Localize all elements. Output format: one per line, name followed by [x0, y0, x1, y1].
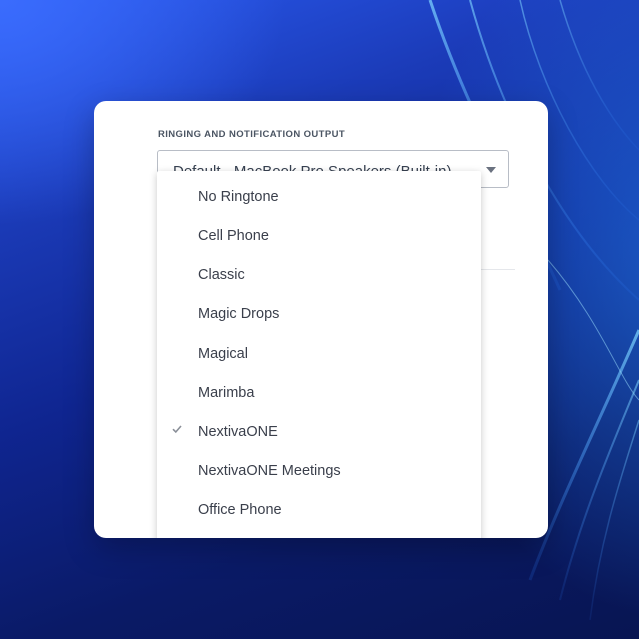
checkmark-icon: [172, 425, 182, 434]
option-label: Classic: [198, 267, 245, 283]
section-label: RINGING AND NOTIFICATION OUTPUT: [158, 129, 346, 140]
option-nextivaone-meetings[interactable]: NextivaONE Meetings: [157, 452, 481, 491]
option-label: Office Phone: [198, 502, 282, 518]
option-no-ringtone[interactable]: No Ringtone: [157, 178, 481, 217]
section-divider: [479, 269, 515, 270]
option-magical[interactable]: Magical: [157, 335, 481, 374]
option-office-phone[interactable]: Office Phone: [157, 491, 481, 530]
option-cell-phone[interactable]: Cell Phone: [157, 217, 481, 256]
option-label: Marimba: [198, 385, 255, 401]
option-nextivaone[interactable]: NextivaONE: [157, 413, 481, 452]
option-magic-drops[interactable]: Magic Drops: [157, 295, 481, 334]
ringtone-dropdown[interactable]: No Ringtone Cell Phone Classic Magic Dro…: [157, 171, 481, 538]
option-marimba[interactable]: Marimba: [157, 374, 481, 413]
settings-card: RINGING AND NOTIFICATION OUTPUT Default …: [94, 101, 548, 538]
option-label: Magical: [198, 346, 248, 362]
option-label: Magic Drops: [198, 306, 280, 322]
option-label: No Ringtone: [198, 189, 279, 205]
option-label: NextivaONE: [198, 424, 278, 440]
option-label: NextivaONE Meetings: [198, 463, 341, 479]
option-label: Cell Phone: [198, 228, 269, 244]
chevron-down-icon: [486, 167, 496, 173]
option-classic[interactable]: Classic: [157, 256, 481, 295]
